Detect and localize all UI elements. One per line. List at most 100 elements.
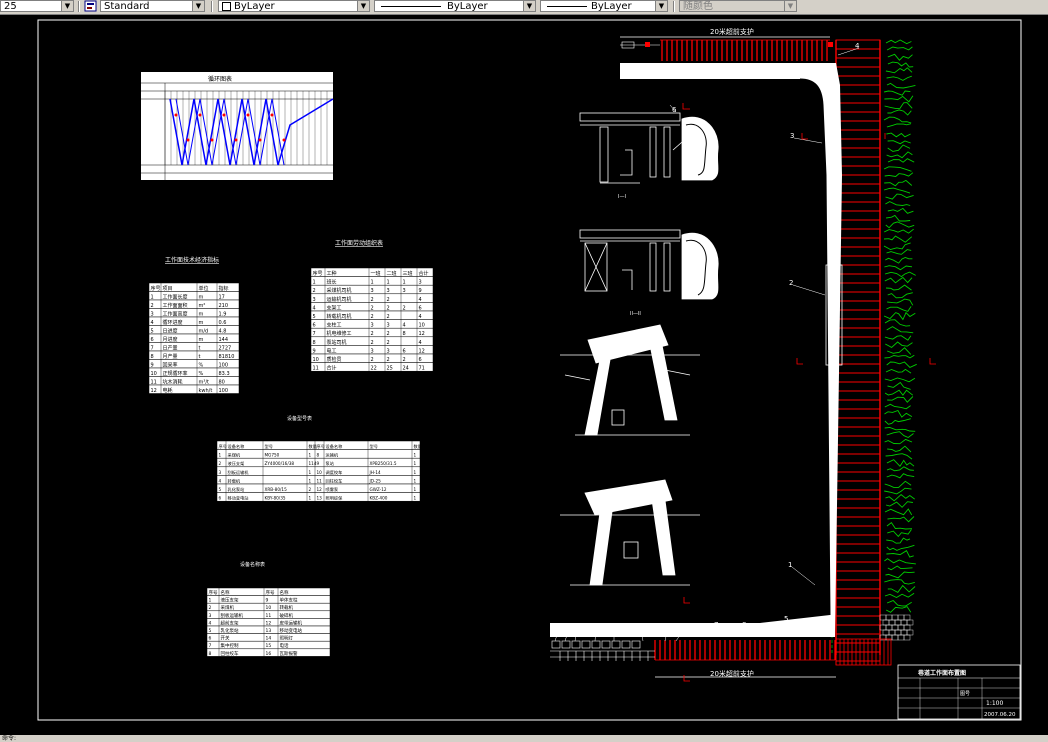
chevron-down-icon[interactable]: ▼ [523,1,535,11]
callout-label: 10 [663,626,672,634]
equipment-table-cell: 序号 [219,443,227,450]
legend-table-cell: 电话 [280,642,289,649]
labor-table-cell: 序号 [313,270,323,277]
equipment-table-cell: 转载机 [228,477,241,484]
labor-table-cell: 1 [371,280,374,286]
tech-table-cell: m³/t [199,379,210,385]
equipment-table-cell: 10 [317,470,323,475]
labor-table-cell: 10 [313,357,319,363]
labor-table-cell: 1 [403,280,406,286]
labor-table-cell: 22 [371,366,377,372]
legend-table-cell: 采煤机 [221,604,235,611]
color-dropdown[interactable]: ByLayer ▼ [218,0,370,12]
equipment-table-cell: 12 [317,487,323,492]
linetype-dropdown[interactable]: ByLayer ▼ [374,0,536,12]
equipment-table-cell: KBY-80/35 [265,496,286,501]
labor-table-cell: 3 [387,348,390,354]
labor-table-cell: 3 [387,288,390,294]
labor-table-cell: 10 [419,323,425,329]
legend-table-cell: 转载机 [280,604,294,611]
equipment-table-cell: 1 [309,453,312,458]
equipment-table-cell: GWZ-12 [370,487,387,492]
tech-table-cell: 1 [151,294,154,300]
callout-label: 12 [610,623,619,631]
lineweight-dropdown[interactable]: ByLayer ▼ [540,0,668,12]
tech-table-cell: 4.8 [219,328,227,334]
tech-table-cell: 回采率 [163,361,178,368]
callout-label: 5 [784,615,788,623]
legend-table-cell: 超前支架 [221,619,239,626]
equipment-table-cell: 1 [309,470,312,475]
title-block-date: 2007.06.20 [984,712,1016,718]
equipment-table-cell: 调度绞车 [326,469,343,476]
legend-table-row: 6 开关 14 照明灯 [206,633,331,642]
labor-table-cell: 2 [387,357,390,363]
cycle-chart-marker [186,138,190,142]
legend-table-cell: 名称 [221,589,230,596]
tech-table-cell: 100 [219,388,229,394]
legend-table-cell: 4 [209,620,212,626]
chevron-down-icon[interactable]: ▼ [61,1,73,11]
cycle-chart-marker [246,113,250,117]
callout-label: 2 [789,279,793,287]
tech-table-cell: 工作面长度 [163,293,188,300]
cycle-chart-marker [282,138,286,142]
bottom-support-label: 20米超前支护 [710,669,754,678]
cycle-chart: 循环图表 [141,72,334,180]
labor-table-cell: 2 [387,331,390,337]
equipment-table-cell: 11 [317,478,323,483]
tech-table-cell: 3 [151,311,154,317]
chevron-down-icon[interactable]: ▼ [357,1,369,11]
chevron-down-icon[interactable]: ▼ [655,1,667,11]
labor-table-cell: 2 [387,340,390,346]
labor-table-row: 1 班长 1 1 1 3 [310,276,434,286]
legend-table-cell: 集中控制 [221,642,239,649]
command-line[interactable]: 命令: [0,735,1048,742]
title-block-title: 巷道工作面布置图 [917,669,966,677]
callout-label: 1 [788,561,792,569]
legend-table-row: 2 采煤机 10 转载机 [206,602,331,611]
layer-dropdown[interactable]: 25 ▼ [0,0,74,12]
legend-table-cell: 1 [209,598,212,604]
labor-table-body: 序号 工种 一班 二班 三班 合计1 班长 1 1 1 32 采煤机司机 3 3 3 93 运输机司机 2 2 44 支… [310,267,434,372]
tech-table-cell: 7 [151,345,154,351]
tech-table-cell: 1.9 [219,311,227,317]
plotstyle-dropdown[interactable]: 随颜色 ▼ [679,0,797,12]
chevron-down-icon[interactable]: ▼ [784,1,796,11]
cycle-chart-marker [210,138,214,142]
labor-table-cell: 2 [371,305,374,311]
equipment-table-cell: 序号 [317,443,325,450]
tech-table-row: 12 电耗 kwh/t 100 [148,384,240,394]
chevron-down-icon[interactable]: ▼ [192,1,204,11]
text-style-icon[interactable] [84,0,97,12]
tech-table-cell: 0.6 [219,320,227,326]
tech-table-cell: 80 [219,379,225,385]
labor-table-row: 10 质检员 2 2 2 6 [310,353,434,363]
equipment-table-body: 序号 设备名称 型号 数量 序号 设备名称 型号 数量1 采煤机 MG750 1 8 运输机 12 液压支架… [216,440,422,502]
legend-table-cell: 11 [266,613,272,619]
tech-table-cell: 100 [219,362,229,368]
labor-table-cell: 2 [387,297,390,303]
equipment-table-cell: 刮板运输机 [228,469,250,476]
legend-table-cell: 照明灯 [280,635,294,642]
equipment-table-cell: 9 [317,461,320,466]
callout-label: 13 [592,623,601,631]
text-style-dropdown[interactable]: Standard ▼ [100,0,205,12]
labor-table-cell: 1 [387,280,390,286]
title-block-drawing-no: 图号 [960,691,970,697]
equipment-table-cell: ZY4000/16/38 [265,461,295,466]
tech-table-cell: 8 [151,354,154,360]
labor-table-cell: 4 [403,323,406,329]
tech-table-cell: 6 [151,337,154,343]
labor-table-cell: 支架工 [327,304,342,311]
labor-table-cell: 机电维修工 [327,330,352,337]
toolbar-separator [673,1,675,12]
labor-table-cell: 6 [403,348,406,354]
equipment-table-cell: XRB-80/15 [265,487,288,492]
labor-table-cell: 合计 [419,270,429,277]
drawing-canvas[interactable]: 循环图表 工作面技术经济指标 序号 项目 单位 指标 1 工作面长度 m 17 2 工作面面积 m²… [0,15,1048,735]
labor-table-cell: 支柱工 [327,322,342,329]
legend-table-cell: 7 [209,643,212,649]
legend-table-cell: 名称 [280,589,289,596]
labor-table-cell: 1 [313,280,316,286]
